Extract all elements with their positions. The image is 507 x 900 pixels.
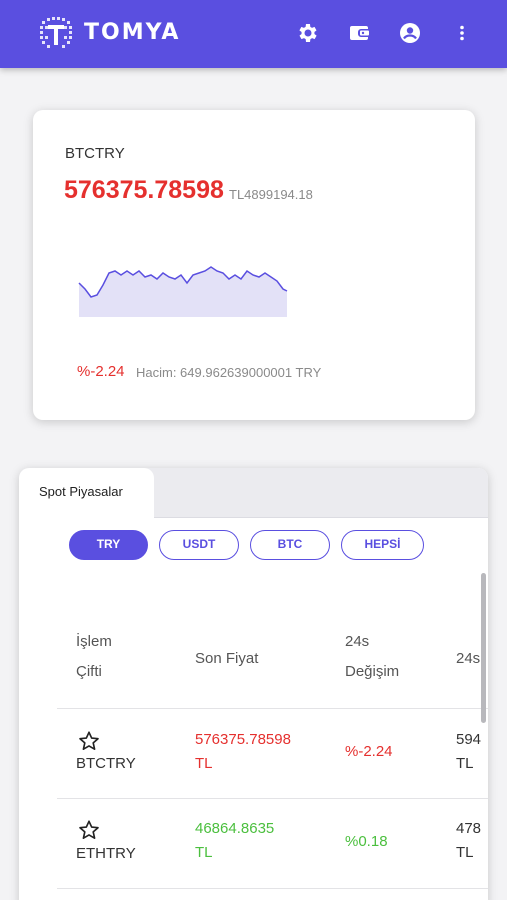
ticker-change: %-2.24 xyxy=(77,363,125,380)
filter-all-button[interactable]: HEPSİ xyxy=(341,530,424,560)
row-volume: 594 TL xyxy=(456,731,482,772)
market-card: Spot Piyasalar TRY USDT BTC HEPSİ İşlem … xyxy=(19,468,488,900)
ticker-price: 576375.78598 xyxy=(64,176,224,204)
account-icon[interactable] xyxy=(398,21,422,45)
row-pair: ETHTRY xyxy=(76,845,136,862)
table-scrollbar[interactable] xyxy=(481,573,486,723)
markets-table: İşlem Çifti Son Fiyat 24s Değişim 24s BT… xyxy=(19,572,488,900)
ticker-price-tl: TL4899194.18 xyxy=(229,187,313,202)
settings-icon[interactable] xyxy=(296,21,320,45)
tomya-logo-icon xyxy=(40,17,72,48)
row-last-price: 46864.8635 TL xyxy=(195,820,275,861)
tab-spot-markets[interactable]: Spot Piyasalar xyxy=(19,468,154,519)
brand-name: TOMYA xyxy=(84,20,181,45)
price-sparkline xyxy=(78,266,288,317)
row-last-price: 576375.78598 TL xyxy=(195,731,291,772)
column-header-last-price[interactable]: Son Fiyat xyxy=(195,644,258,674)
app-bar: TOMYA xyxy=(0,0,507,68)
row-divider xyxy=(57,708,488,709)
filter-btc-button[interactable]: BTC xyxy=(250,530,330,560)
row-divider xyxy=(57,888,488,889)
ticker-pair: BTCTRY xyxy=(65,145,125,162)
more-vert-icon[interactable] xyxy=(450,21,474,45)
row-change: %-2.24 xyxy=(345,743,393,760)
row-divider xyxy=(57,798,488,799)
ticker-card[interactable]: BTCTRY 576375.78598 TL4899194.18 %-2.24 … xyxy=(33,110,475,420)
row-volume: 478 TL xyxy=(456,820,482,861)
row-pair: BTCTRY xyxy=(76,755,136,772)
ticker-volume: Hacim: 649.962639000001 TRY xyxy=(136,365,322,380)
star-outline-icon[interactable] xyxy=(78,730,100,752)
filter-usdt-button[interactable]: USDT xyxy=(159,530,239,560)
star-outline-icon[interactable] xyxy=(78,819,100,841)
column-header-pair[interactable]: İşlem Çifti xyxy=(76,627,112,687)
column-header-24h-volume[interactable]: 24s xyxy=(456,644,480,674)
wallet-icon[interactable] xyxy=(348,21,372,45)
row-change: %0.18 xyxy=(345,833,388,850)
filter-try-button[interactable]: TRY xyxy=(69,530,148,560)
column-header-24h-change[interactable]: 24s Değişim xyxy=(345,627,399,687)
tab-bar: Spot Piyasalar xyxy=(19,468,488,519)
